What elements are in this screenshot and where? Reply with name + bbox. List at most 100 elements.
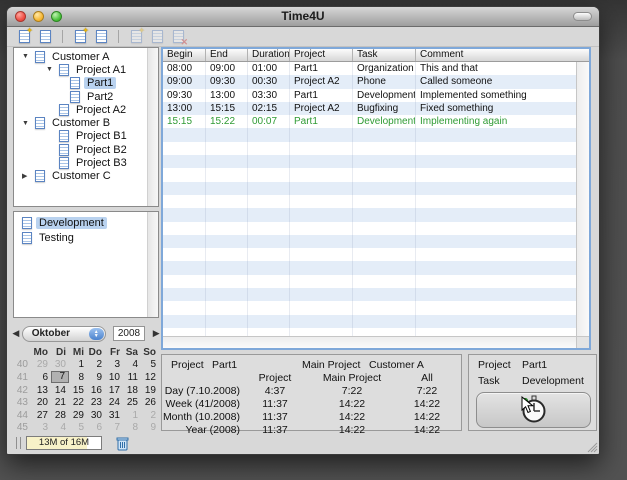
node-icon	[59, 143, 69, 156]
table-horizontal-scrollbar[interactable]	[163, 336, 576, 348]
column-header-project[interactable]: Project	[290, 49, 353, 61]
calendar-grid: Mo Di Mi Do Fr Sa So 40 29 30 1 2 3 4 5 41 6 7 8 9 10 11 12 42 1…	[12, 346, 162, 434]
calendar-day[interactable]: 12	[141, 372, 159, 383]
calendar-day[interactable]: 5	[69, 422, 87, 433]
calendar-day[interactable]: 8	[123, 422, 141, 433]
calendar-day[interactable]: 28	[51, 410, 69, 421]
calendar-day[interactable]: 7	[51, 371, 69, 384]
calendar-day[interactable]: 22	[69, 397, 87, 408]
cell	[206, 288, 248, 302]
calendar-day[interactable]: 21	[51, 397, 69, 408]
calendar-day[interactable]: 4	[51, 422, 69, 433]
calendar-day[interactable]: 27	[33, 410, 51, 421]
table-row[interactable]: 08:00 09:00 01:00 Part1 Organization This and…	[163, 62, 576, 76]
close-button[interactable]	[15, 11, 26, 22]
calendar-day[interactable]: 2	[87, 359, 105, 370]
tree-item-project-b2[interactable]: Project B2	[14, 143, 158, 156]
tree-item-customer-b[interactable]: ▼ Customer B	[14, 116, 158, 130]
calendar-day[interactable]: 6	[33, 372, 51, 383]
tree-item-project-a1[interactable]: ▼ Project A1	[14, 63, 158, 76]
cell: 15:15	[163, 115, 206, 129]
project-button[interactable]	[93, 29, 109, 45]
calendar-day[interactable]: 17	[105, 385, 123, 396]
calendar-day[interactable]: 1	[123, 410, 141, 421]
cell: Implemented something	[420, 89, 527, 101]
calendar-day[interactable]: 26	[141, 397, 159, 408]
column-header-end[interactable]: End	[206, 49, 248, 61]
expander-icon[interactable]: ▶	[22, 172, 35, 180]
calendar-day[interactable]: 4	[123, 359, 141, 370]
calendar-day[interactable]: 5	[141, 359, 159, 370]
calendar-day[interactable]: 3	[33, 422, 51, 433]
calendar-day[interactable]: 29	[69, 410, 87, 421]
calendar-day[interactable]: 15	[69, 385, 87, 396]
calendar-day[interactable]: 2	[141, 410, 159, 421]
summary-value: 11:37	[262, 423, 288, 436]
calendar-day[interactable]: 25	[123, 397, 141, 408]
table-row[interactable]: 09:30 13:00 03:30 Part1 Development Implement…	[163, 88, 576, 102]
calendar-day[interactable]: 8	[69, 372, 87, 383]
calendar-day[interactable]: 31	[105, 410, 123, 421]
column-header-duration[interactable]: Duration	[248, 49, 290, 61]
new-customer-button[interactable]: ✦	[16, 26, 33, 45]
table-row[interactable]: 15:15 15:22 00:07 Part1 Development Implement…	[163, 115, 576, 129]
calendar-day[interactable]: 1	[69, 359, 87, 370]
calendar-day[interactable]: 30	[51, 359, 69, 370]
calendar-day[interactable]: 16	[87, 385, 105, 396]
table-row[interactable]: 09:00 09:30 00:30 Project A2 Phone Called som…	[163, 75, 576, 89]
cell	[206, 221, 248, 235]
month-dropdown[interactable]: Oktober ▲ ▼	[21, 325, 106, 342]
calendar-day[interactable]: 9	[141, 422, 159, 433]
customer-button[interactable]	[37, 29, 53, 45]
expander-icon[interactable]: ▼	[22, 53, 35, 60]
column-header-task[interactable]: Task	[353, 49, 416, 61]
garbage-collect-button[interactable]	[116, 436, 129, 451]
tree-item-customer-a[interactable]: ▼ Customer A	[14, 50, 158, 63]
task-scrollbar[interactable]	[147, 212, 158, 317]
calendar-day[interactable]: 18	[123, 385, 141, 396]
calendar-day[interactable]: 24	[105, 397, 123, 408]
cell	[353, 141, 416, 156]
column-header-begin[interactable]: Begin	[163, 49, 206, 61]
calendar-day[interactable]: 13	[33, 385, 51, 396]
calendar-day[interactable]: 20	[33, 397, 51, 408]
new-project-button[interactable]: ✦	[72, 26, 89, 45]
calendar-day[interactable]: 10	[105, 372, 123, 383]
calendar-day[interactable]: 9	[87, 372, 105, 383]
tree-scrollbar[interactable]	[147, 48, 158, 206]
table-vertical-scrollbar[interactable]	[576, 62, 589, 336]
cell	[248, 181, 290, 195]
task-item-testing[interactable]: Testing	[14, 230, 158, 245]
zoom-button[interactable]	[51, 11, 62, 22]
minimize-button[interactable]	[33, 11, 44, 22]
calendar-day[interactable]: 14	[51, 385, 69, 396]
title-bar[interactable]: Time4U	[7, 7, 599, 27]
column-header-comment[interactable]: Comment	[416, 49, 589, 61]
task-item-development[interactable]: Development	[14, 215, 158, 230]
tree-item-part2[interactable]: Part2	[14, 90, 158, 103]
calendar-day[interactable]: 3	[105, 359, 123, 370]
cell	[353, 248, 416, 262]
calendar-day[interactable]: 6	[87, 422, 105, 433]
calendar-day[interactable]: 29	[33, 359, 51, 370]
tree-item-project-b1[interactable]: Project B1	[14, 130, 158, 143]
summary-row-label: Month (10.2008)	[162, 410, 240, 423]
tree-item-customer-c[interactable]: ▶ Customer C	[14, 170, 158, 183]
calendar-day[interactable]: 19	[141, 385, 159, 396]
calendar-day[interactable]: 30	[87, 410, 105, 421]
expander-icon[interactable]: ▼	[22, 120, 35, 127]
tree-item-part1[interactable]: Part1	[14, 77, 158, 90]
resize-grip[interactable]	[585, 440, 598, 453]
calendar-week-row: 40 29 30 1 2 3 4 5	[12, 359, 162, 372]
calendar-day[interactable]: 7	[105, 422, 123, 433]
calendar-day[interactable]: 11	[123, 372, 141, 383]
tree-item-project-b3[interactable]: Project B3	[14, 156, 158, 170]
expander-icon[interactable]: ▼	[46, 66, 59, 73]
year-field[interactable]: 2008	[112, 326, 146, 341]
prev-month-button[interactable]: ◀	[10, 328, 22, 339]
tree-item-project-a2[interactable]: Project A2	[14, 103, 158, 116]
calendar-day[interactable]: 23	[87, 397, 105, 408]
day-header-so: So	[143, 346, 156, 358]
toolbar-toggle-button[interactable]	[573, 12, 592, 21]
table-row[interactable]: 13:00 15:15 02:15 Project A2 Bugfixing Fixed …	[163, 101, 576, 116]
